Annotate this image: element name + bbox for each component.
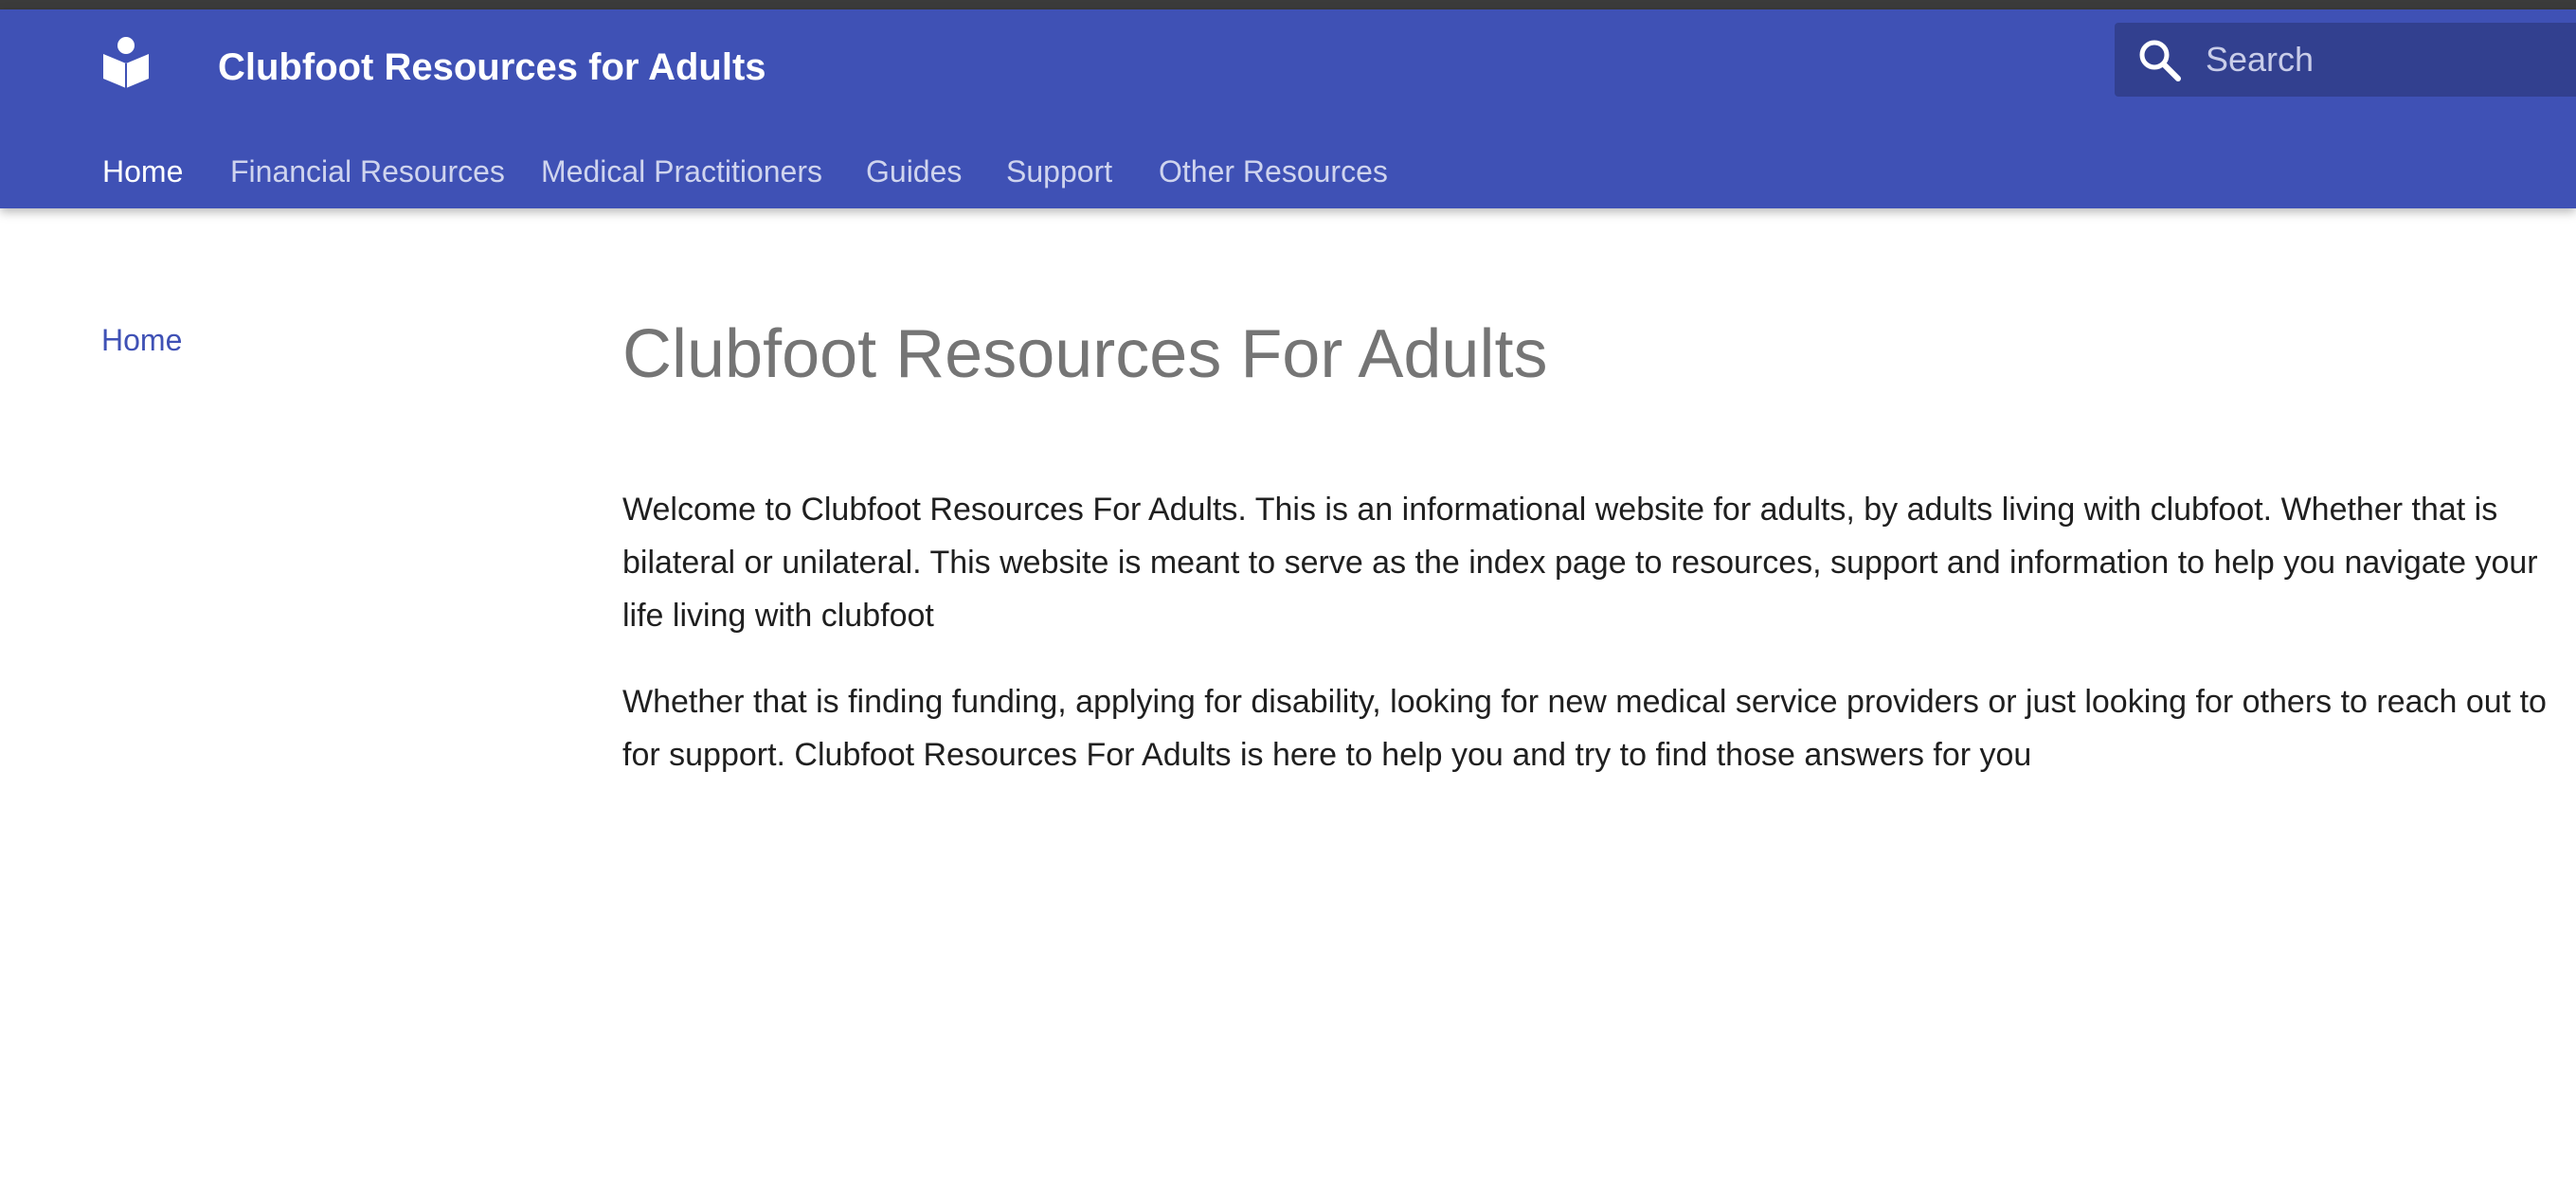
page-title: Clubfoot Resources For Adults — [622, 316, 1548, 392]
nav-tab-other-resources[interactable]: Other Resources — [1159, 142, 1388, 201]
book-reader-icon[interactable] — [100, 35, 152, 88]
site-title[interactable]: Clubfoot Resources for Adults — [218, 38, 766, 97]
nav-tab-home[interactable]: Home — [102, 142, 183, 201]
search-input[interactable] — [2206, 23, 2566, 97]
search-icon — [2137, 38, 2181, 81]
sidebar-item-home[interactable]: Home — [101, 319, 182, 361]
nav-tab-financial-resources[interactable]: Financial Resources — [230, 142, 505, 201]
browser-top-strip — [0, 0, 2576, 9]
intro-paragraph: Welcome to Clubfoot Resources For Adults… — [622, 492, 2538, 634]
nav-tab-support[interactable]: Support — [1006, 142, 1112, 201]
nav-tab-medical-practitioners[interactable]: Medical Practitioners — [541, 142, 822, 201]
site-header: Clubfoot Resources for Adults Home Finan… — [0, 9, 2576, 208]
nav-tab-guides[interactable]: Guides — [866, 142, 962, 201]
support-paragraph: Whether that is finding funding, applyin… — [622, 684, 2547, 773]
search-box[interactable] — [2115, 23, 2576, 97]
